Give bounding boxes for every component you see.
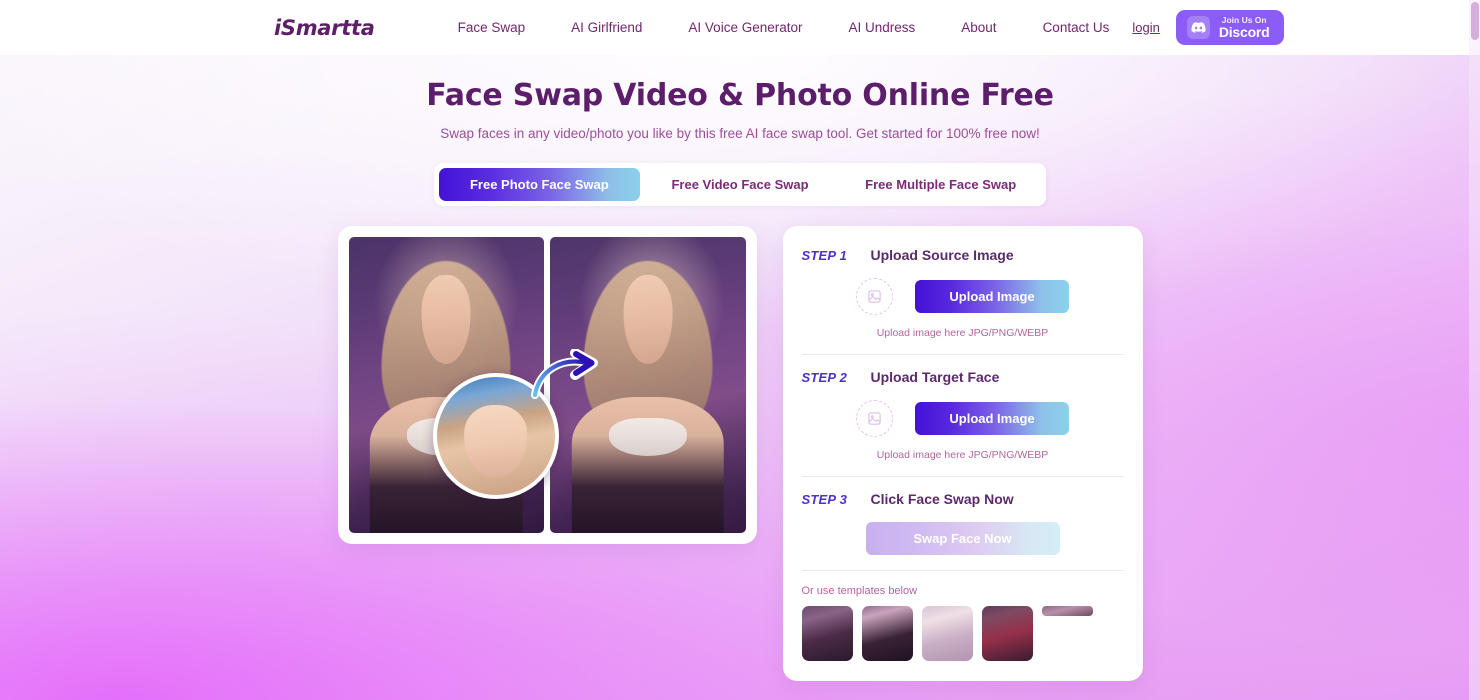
- template-thumbnail-1[interactable]: [801, 606, 853, 661]
- nav-item-ai-voice-generator[interactable]: AI Voice Generator: [665, 20, 825, 35]
- step-1-title: Upload Source Image: [870, 247, 1014, 263]
- step-3: STEP 3 Click Face Swap Now Swap Face Now: [802, 491, 1124, 557]
- upload-target-face-button[interactable]: Upload Image: [915, 402, 1069, 435]
- discord-big-label: Discord: [1218, 24, 1270, 41]
- page-scrollbar-thumb[interactable]: [1471, 2, 1479, 40]
- nav-item-about[interactable]: About: [938, 20, 1019, 35]
- step-2-header: STEP 2 Upload Target Face: [802, 369, 1124, 385]
- upload-source-image-button[interactable]: Upload Image: [915, 280, 1069, 313]
- swap-face-now-button[interactable]: Swap Face Now: [865, 522, 1060, 555]
- header-actions: login Join Us On Discord: [1132, 10, 1284, 45]
- step-3-label: STEP 3: [801, 491, 848, 507]
- target-face-placeholder[interactable]: [856, 400, 893, 437]
- site-logo[interactable]: iSmartta: [274, 16, 375, 40]
- site-header: iSmartta Face Swap AI Girlfriend AI Voic…: [0, 0, 1480, 55]
- step-3-header: STEP 3 Click Face Swap Now: [802, 491, 1124, 507]
- step-1-hint: Upload image here JPG/PNG/WEBP: [876, 327, 1049, 339]
- nav-item-face-swap[interactable]: Face Swap: [435, 20, 549, 35]
- step-2-hint: Upload image here JPG/PNG/WEBP: [876, 449, 1049, 461]
- discord-icon: [1186, 16, 1210, 39]
- step-2-label: STEP 2: [801, 369, 848, 385]
- hero-section: Face Swap Video & Photo Online Free Swap…: [0, 55, 1480, 141]
- preview-card: [337, 226, 757, 544]
- page-title: Face Swap Video & Photo Online Free: [426, 78, 1054, 113]
- discord-label-group: Join Us On Discord: [1219, 16, 1270, 40]
- login-link[interactable]: login: [1132, 20, 1159, 35]
- main-navigation: Face Swap AI Girlfriend AI Voice Generat…: [435, 20, 1133, 35]
- join-discord-button[interactable]: Join Us On Discord: [1175, 10, 1284, 45]
- main-content: STEP 1 Upload Source Image Upload Image …: [0, 226, 1480, 681]
- templates-label: Or use templates below: [801, 585, 918, 597]
- tab-free-multiple-face-swap[interactable]: Free Multiple Face Swap: [840, 168, 1041, 201]
- step-1-label: STEP 1: [801, 247, 848, 263]
- divider-3: [801, 570, 1124, 571]
- template-thumbnail-2[interactable]: [861, 606, 913, 661]
- after-image: [550, 237, 746, 533]
- step-1-upload-row: Upload Image: [802, 278, 1124, 315]
- template-thumbnail-5[interactable]: [1041, 606, 1093, 616]
- step-1: STEP 1 Upload Source Image Upload Image …: [802, 247, 1124, 341]
- templates-list[interactable]: [801, 606, 1127, 661]
- preview-images: [348, 237, 746, 533]
- tab-free-video-face-swap[interactable]: Free Video Face Swap: [640, 168, 841, 201]
- step-2-title: Upload Target Face: [870, 369, 1000, 385]
- template-thumbnail-3[interactable]: [921, 606, 973, 661]
- templates-section: Or use templates below: [801, 585, 1127, 661]
- discord-small-label: Join Us On: [1221, 14, 1267, 25]
- image-icon: [868, 290, 881, 303]
- image-icon: [868, 412, 881, 425]
- step-2: STEP 2 Upload Target Face Upload Image U…: [802, 369, 1124, 463]
- page-scrollbar-track[interactable]: [1469, 0, 1480, 700]
- step-1-header: STEP 1 Upload Source Image: [802, 247, 1124, 263]
- step-2-upload-row: Upload Image: [802, 400, 1124, 437]
- template-thumbnail-4[interactable]: [981, 606, 1033, 661]
- tab-free-photo-face-swap[interactable]: Free Photo Face Swap: [439, 168, 640, 201]
- page-subtitle: Swap faces in any video/photo you like b…: [440, 126, 1040, 141]
- divider-1: [801, 354, 1124, 355]
- nav-item-ai-undress[interactable]: AI Undress: [826, 20, 939, 35]
- nav-item-contact-us[interactable]: Contact Us: [1020, 20, 1133, 35]
- steps-panel: STEP 1 Upload Source Image Upload Image …: [782, 226, 1143, 681]
- divider-2: [801, 476, 1124, 477]
- mode-tabs: Free Photo Face Swap Free Video Face Swa…: [434, 163, 1046, 206]
- source-image-placeholder[interactable]: [856, 278, 893, 315]
- source-face-shape: [463, 405, 528, 479]
- nav-item-ai-girlfriend[interactable]: AI Girlfriend: [548, 20, 665, 35]
- step-3-title: Click Face Swap Now: [870, 491, 1014, 507]
- source-face-bubble: [432, 373, 559, 499]
